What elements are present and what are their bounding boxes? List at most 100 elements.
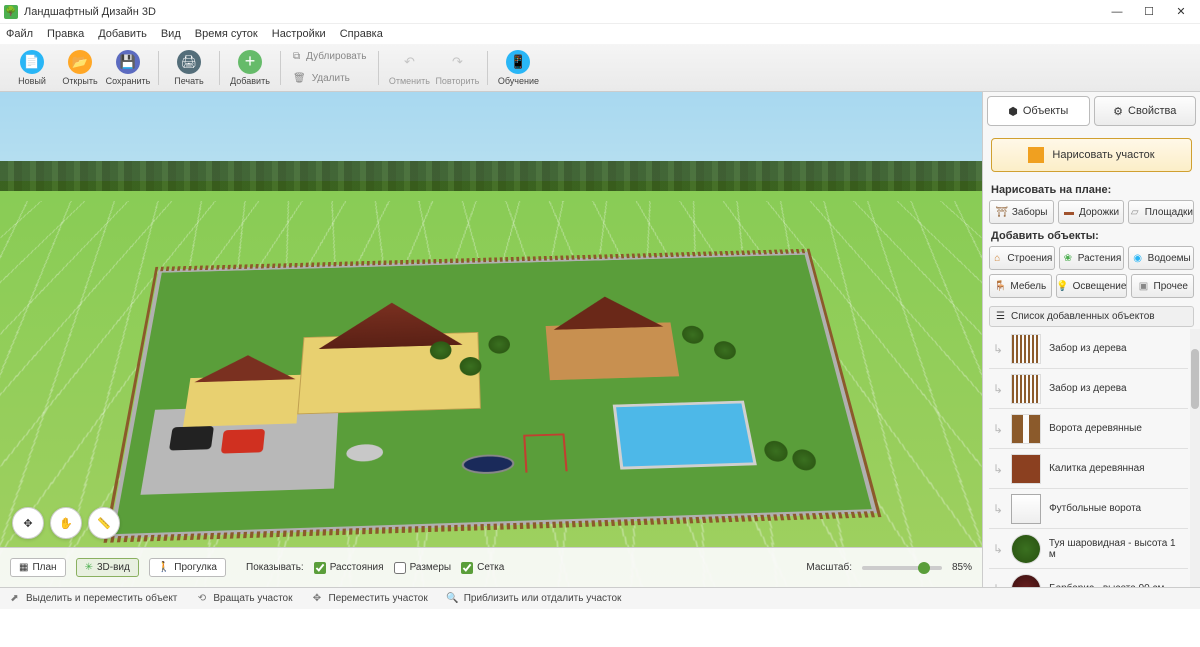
redo-button: ↷Повторить (433, 46, 481, 90)
lamp-icon: 💡 (1057, 280, 1069, 292)
section-add-objects: Добавить объекты: (983, 226, 1200, 244)
drag-handle-icon[interactable]: ↳ (993, 382, 1003, 396)
status-move[interactable]: ✥Переместить участок (311, 592, 428, 605)
list-item[interactable]: ↳Туя шаровидная - высота 1 м (989, 529, 1188, 569)
add-button[interactable]: +Добавить (226, 46, 274, 90)
save-button[interactable]: 💾Сохранить (104, 46, 152, 90)
item-thumbnail (1011, 334, 1041, 364)
menubar: Файл Правка Добавить Вид Время суток Нас… (0, 24, 1200, 44)
plant-icon: ❀ (1062, 252, 1074, 264)
drag-handle-icon[interactable]: ↳ (993, 462, 1003, 476)
status-rotate[interactable]: ⟲Вращать участок (195, 592, 292, 605)
scale-label: Масштаб: (806, 562, 852, 573)
workspace: ✥ ✋ 📏 ▦План ✳3D-вид 🚶Прогулка Показывать… (0, 92, 1200, 587)
treeline-background (0, 161, 982, 191)
pencil-icon (1028, 147, 1044, 163)
menu-view[interactable]: Вид (161, 28, 181, 40)
scale-value: 85% (952, 562, 972, 573)
list-item[interactable]: ↳Барбарис - высота 90 см (989, 569, 1188, 587)
draw-plot-button[interactable]: Нарисовать участок (991, 138, 1192, 172)
toolbar: 📄Новый 📂Открыть 💾Сохранить 🖨Печать +Доба… (0, 44, 1200, 92)
menu-help[interactable]: Справка (340, 28, 383, 40)
main-house (297, 292, 501, 414)
cat-areas[interactable]: ▱Площадки (1128, 200, 1194, 224)
drag-handle-icon[interactable]: ↳ (993, 502, 1003, 516)
misc-icon: ▣ (1138, 280, 1150, 292)
mode-walk[interactable]: 🚶Прогулка (149, 558, 226, 577)
cat-lighting[interactable]: 💡Освещение (1056, 274, 1128, 298)
list-item[interactable]: ↳Забор из дерева (989, 369, 1188, 409)
cat-other[interactable]: ▣Прочее (1131, 274, 1194, 298)
cat-water[interactable]: ◉Водоемы (1128, 246, 1194, 270)
item-thumbnail (1011, 374, 1041, 404)
new-button[interactable]: 📄Новый (8, 46, 56, 90)
item-label: Футбольные ворота (1049, 503, 1141, 514)
area-icon: ▱ (1129, 206, 1141, 218)
mode-plan[interactable]: ▦План (10, 558, 66, 577)
menu-add[interactable]: Добавить (98, 28, 147, 40)
swimming-pool (613, 401, 757, 470)
drag-handle-icon[interactable]: ↳ (993, 422, 1003, 436)
chair-icon: 🪑 (994, 280, 1006, 292)
item-thumbnail (1011, 534, 1041, 564)
pan-tool[interactable]: ✋ (50, 507, 82, 539)
menu-edit[interactable]: Правка (47, 28, 84, 40)
scale-slider[interactable] (862, 566, 942, 570)
drag-handle-icon[interactable]: ↳ (993, 582, 1003, 588)
cat-buildings[interactable]: ⌂Строения (989, 246, 1055, 270)
object-list[interactable]: ↳Забор из дерева↳Забор из дерева↳Ворота … (989, 329, 1188, 587)
object-list-header: ☰Список добавленных объектов (989, 306, 1194, 327)
minimize-button[interactable]: ― (1102, 2, 1132, 22)
cat-fences[interactable]: ⛩Заборы (989, 200, 1054, 224)
print-button[interactable]: 🖨Печать (165, 46, 213, 90)
cat-paths[interactable]: ▬Дорожки (1058, 200, 1123, 224)
rotate-icon: ⟲ (195, 592, 208, 605)
fence-icon: ⛩ (996, 206, 1008, 218)
item-thumbnail (1011, 454, 1041, 484)
drag-handle-icon[interactable]: ↳ (993, 342, 1003, 356)
item-thumbnail (1011, 574, 1041, 588)
cat-plants[interactable]: ❀Растения (1059, 246, 1125, 270)
mode-3d[interactable]: ✳3D-вид (76, 558, 139, 577)
tutorial-button[interactable]: 📱Обучение (494, 46, 542, 90)
section-draw-on-plan: Нарисовать на плане: (983, 180, 1200, 198)
view-bottom-bar: ▦План ✳3D-вид 🚶Прогулка Показывать: Расс… (0, 547, 982, 587)
list-item[interactable]: ↳Забор из дерева (989, 329, 1188, 369)
gear-icon: ⚙ (1113, 105, 1123, 118)
duplicate-button: ⧉Дублировать (287, 47, 372, 67)
right-panel: ⬢Объекты ⚙Свойства Нарисовать участок На… (982, 92, 1200, 587)
menu-settings[interactable]: Настройки (272, 28, 326, 40)
drag-handle-icon[interactable]: ↳ (993, 542, 1003, 556)
tree-icon: ✳ (85, 562, 93, 573)
cat-furniture[interactable]: 🪑Мебель (989, 274, 1052, 298)
show-label: Показывать: (246, 562, 304, 573)
chk-grid[interactable]: Сетка (461, 562, 504, 574)
orbit-tool[interactable]: ✥ (12, 507, 44, 539)
close-button[interactable]: ✕ (1166, 2, 1196, 22)
object-list-scrollbar[interactable] (1190, 329, 1200, 587)
chk-sizes[interactable]: Размеры (394, 562, 452, 574)
tab-objects[interactable]: ⬢Объекты (987, 96, 1090, 126)
tab-properties[interactable]: ⚙Свойства (1094, 96, 1197, 126)
garage (183, 354, 302, 427)
walk-icon: 🚶 (158, 562, 170, 573)
list-item[interactable]: ↳ Футбольные ворота (989, 489, 1188, 529)
trash-icon: 🗑 (293, 73, 306, 84)
menu-time[interactable]: Время суток (195, 28, 258, 40)
duplicate-icon: ⧉ (293, 51, 300, 62)
water-icon: ◉ (1132, 252, 1144, 264)
path-icon: ▬ (1063, 206, 1075, 218)
maximize-button[interactable]: ☐ (1134, 2, 1164, 22)
menu-file[interactable]: Файл (6, 28, 33, 40)
status-select[interactable]: ⬈Выделить и переместить объект (8, 592, 177, 605)
measure-tool[interactable]: 📏 (88, 507, 120, 539)
list-item[interactable]: ↳Калитка деревянная (989, 449, 1188, 489)
cube-icon: ⬢ (1008, 105, 1018, 118)
list-item[interactable]: ↳Ворота деревянные (989, 409, 1188, 449)
item-thumbnail (1011, 414, 1041, 444)
status-zoom[interactable]: 🔍Приблизить или отдалить участок (446, 592, 622, 605)
chk-distances[interactable]: Расстояния (314, 562, 384, 574)
open-button[interactable]: 📂Открыть (56, 46, 104, 90)
3d-viewport[interactable]: ✥ ✋ 📏 ▦План ✳3D-вид 🚶Прогулка Показывать… (0, 92, 982, 587)
move-icon: ✥ (311, 592, 324, 605)
